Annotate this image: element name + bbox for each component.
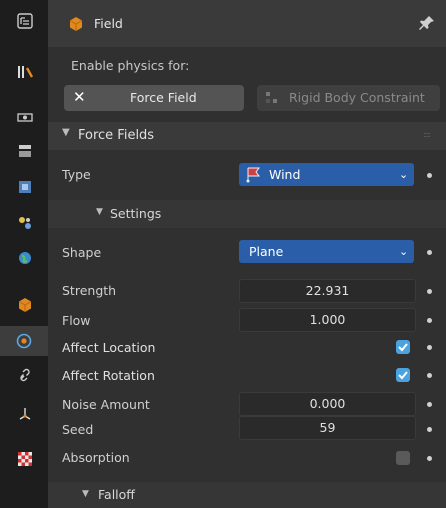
force-fields-title: Force Fields — [78, 128, 155, 143]
tab-scene[interactable] — [14, 212, 36, 234]
keyframe-dot[interactable] — [427, 318, 432, 323]
wind-icon — [246, 167, 260, 183]
tab-object[interactable] — [14, 294, 36, 316]
tab-tool-settings[interactable] — [14, 61, 36, 83]
checkmark-icon — [398, 371, 408, 380]
affect-location-checkbox[interactable] — [396, 340, 410, 354]
chevron-down-icon: ▼ — [62, 127, 70, 138]
settings-title: Settings — [110, 206, 162, 221]
texture-icon — [18, 452, 32, 466]
noise-amount-field[interactable]: 0.000 — [239, 392, 416, 416]
scene-icon — [19, 217, 31, 229]
shape-value: Plane — [249, 244, 284, 259]
keyframe-dot[interactable] — [427, 250, 432, 255]
output-icon — [19, 145, 31, 157]
header-title: Field — [94, 16, 123, 31]
pin-icon[interactable] — [418, 14, 436, 32]
tab-tool[interactable] — [14, 10, 36, 32]
tab-output[interactable] — [14, 140, 36, 162]
keyframe-dot[interactable] — [427, 456, 432, 461]
absorption-checkbox[interactable] — [396, 451, 410, 465]
force-field-button[interactable]: ✕ Force Field — [64, 85, 244, 111]
keyframe-dot[interactable] — [427, 373, 432, 378]
strength-field[interactable]: 22.931 — [239, 279, 416, 303]
force-field-label: Force Field — [130, 90, 197, 105]
strength-label: Strength — [62, 283, 117, 298]
keyframe-dot[interactable] — [427, 427, 432, 432]
wrench-icon — [18, 66, 34, 78]
tool-icon — [17, 13, 33, 29]
noise-amount-label: Noise Amount — [62, 397, 150, 412]
render-icon — [17, 113, 33, 122]
rigid-body-icon — [266, 92, 277, 103]
keyframe-dot[interactable] — [427, 345, 432, 350]
physics-icon — [16, 333, 32, 349]
enable-physics-label: Enable physics for: — [71, 58, 190, 73]
flow-field[interactable]: 1.000 — [239, 308, 416, 332]
affect-rotation-checkbox[interactable] — [396, 368, 410, 382]
tab-world[interactable] — [14, 247, 36, 269]
drag-handle-icon[interactable]: :::: — [423, 130, 431, 139]
seed-field[interactable]: 59 — [239, 416, 416, 440]
chevron-down-icon: ▼ — [82, 489, 89, 499]
checkmark-icon — [398, 343, 408, 352]
constraints-icon — [20, 368, 30, 382]
tab-render[interactable] — [14, 106, 36, 128]
tab-data[interactable] — [14, 402, 36, 424]
view-layer-icon — [19, 181, 31, 193]
force-fields-header[interactable]: ▼ Force Fields :::: — [48, 122, 446, 150]
affect-rotation-label: Affect Rotation — [62, 368, 155, 383]
close-icon[interactable]: ✕ — [73, 88, 86, 106]
properties-tab-bar — [0, 0, 48, 508]
object-icon — [18, 298, 32, 312]
data-icon — [19, 408, 31, 420]
keyframe-dot[interactable] — [427, 402, 432, 407]
keyframe-dot[interactable] — [427, 173, 432, 178]
absorption-label: Absorption — [62, 450, 130, 465]
tab-physics[interactable] — [0, 326, 48, 356]
shape-label: Shape — [62, 245, 102, 260]
type-value: Wind — [269, 167, 301, 182]
tab-view-layer[interactable] — [14, 176, 36, 198]
settings-header[interactable]: ▼ Settings — [48, 200, 446, 228]
tab-constraints[interactable] — [14, 364, 36, 386]
type-select[interactable]: Wind ⌄ — [239, 163, 414, 186]
falloff-title: Falloff — [98, 487, 135, 502]
shape-select[interactable]: Plane ⌄ — [239, 240, 414, 263]
keyframe-dot[interactable] — [427, 289, 432, 294]
tab-texture[interactable] — [14, 448, 36, 470]
flow-label: Flow — [62, 313, 91, 328]
object-icon — [69, 17, 83, 31]
seed-label: Seed — [62, 422, 94, 437]
affect-location-label: Affect Location — [62, 340, 156, 355]
world-icon — [19, 252, 31, 264]
rigid-body-label: Rigid Body Constraint — [289, 90, 425, 105]
chevron-down-icon: ⌄ — [399, 245, 409, 258]
chevron-down-icon: ▼ — [96, 207, 103, 217]
panel-header: Field — [48, 0, 446, 47]
rigid-body-constraint-button[interactable]: Rigid Body Constraint — [257, 85, 440, 111]
falloff-header[interactable]: ▼ Falloff — [48, 482, 446, 508]
type-label: Type — [62, 167, 91, 182]
chevron-down-icon: ⌄ — [399, 168, 409, 181]
